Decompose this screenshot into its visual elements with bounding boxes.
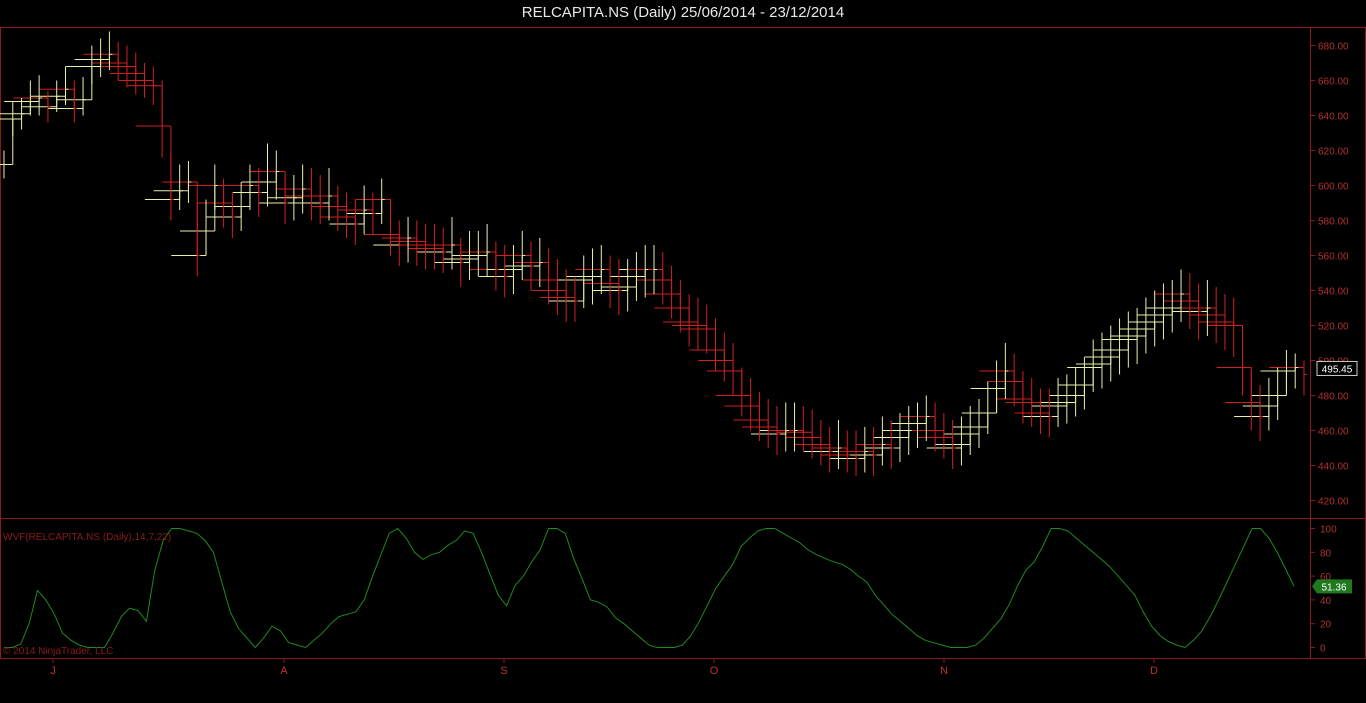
- indicator-y-tick-label: 40: [1320, 596, 1332, 607]
- price-y-tick-label: 640.00: [1318, 112, 1349, 123]
- indicator-label: WVF(RELCAPITA.NS (Daily),14,7,22): [3, 532, 171, 543]
- chart-frame: [0, 27, 1366, 659]
- price-y-tick-label: 580.00: [1318, 217, 1349, 228]
- watermark: © 2014 NinjaTrader, LLC: [3, 646, 113, 657]
- x-tick-label: D: [1150, 665, 1158, 677]
- price-y-tick-label: 420.00: [1318, 497, 1349, 508]
- x-tick-label: N: [940, 665, 948, 677]
- x-tick-label: S: [500, 665, 507, 677]
- price-y-tick-label: 620.00: [1318, 147, 1349, 158]
- price-y-tick-label: 600.00: [1318, 182, 1349, 193]
- indicator-current-value-label: 51.36: [1321, 582, 1346, 593]
- indicator-y-tick-label: 80: [1320, 548, 1332, 559]
- price-y-tick-label: 680.00: [1318, 42, 1349, 53]
- x-tick-label: O: [710, 665, 719, 677]
- wvf-line: [4, 527, 1295, 649]
- indicator-y-tick-label: 100: [1320, 525, 1337, 536]
- price-y-tick-label: 460.00: [1318, 427, 1349, 438]
- price-y-tick-label: 440.00: [1318, 462, 1349, 473]
- current-price-label: 495.45: [1322, 364, 1353, 375]
- price-y-tick-label: 540.00: [1318, 287, 1349, 298]
- price-y-tick-label: 520.00: [1318, 322, 1349, 333]
- price-y-tick-label: 560.00: [1318, 252, 1349, 263]
- chart-canvas[interactable]: 420.00440.00460.00480.00500.00520.00540.…: [0, 0, 1366, 703]
- price-y-tick-label: 660.00: [1318, 77, 1349, 88]
- x-tick-label: J: [50, 665, 56, 677]
- price-y-tick-label: 480.00: [1318, 392, 1349, 403]
- x-tick-label: A: [280, 665, 288, 677]
- indicator-y-tick-label: 20: [1320, 620, 1332, 631]
- indicator-y-tick-label: 0: [1320, 643, 1326, 654]
